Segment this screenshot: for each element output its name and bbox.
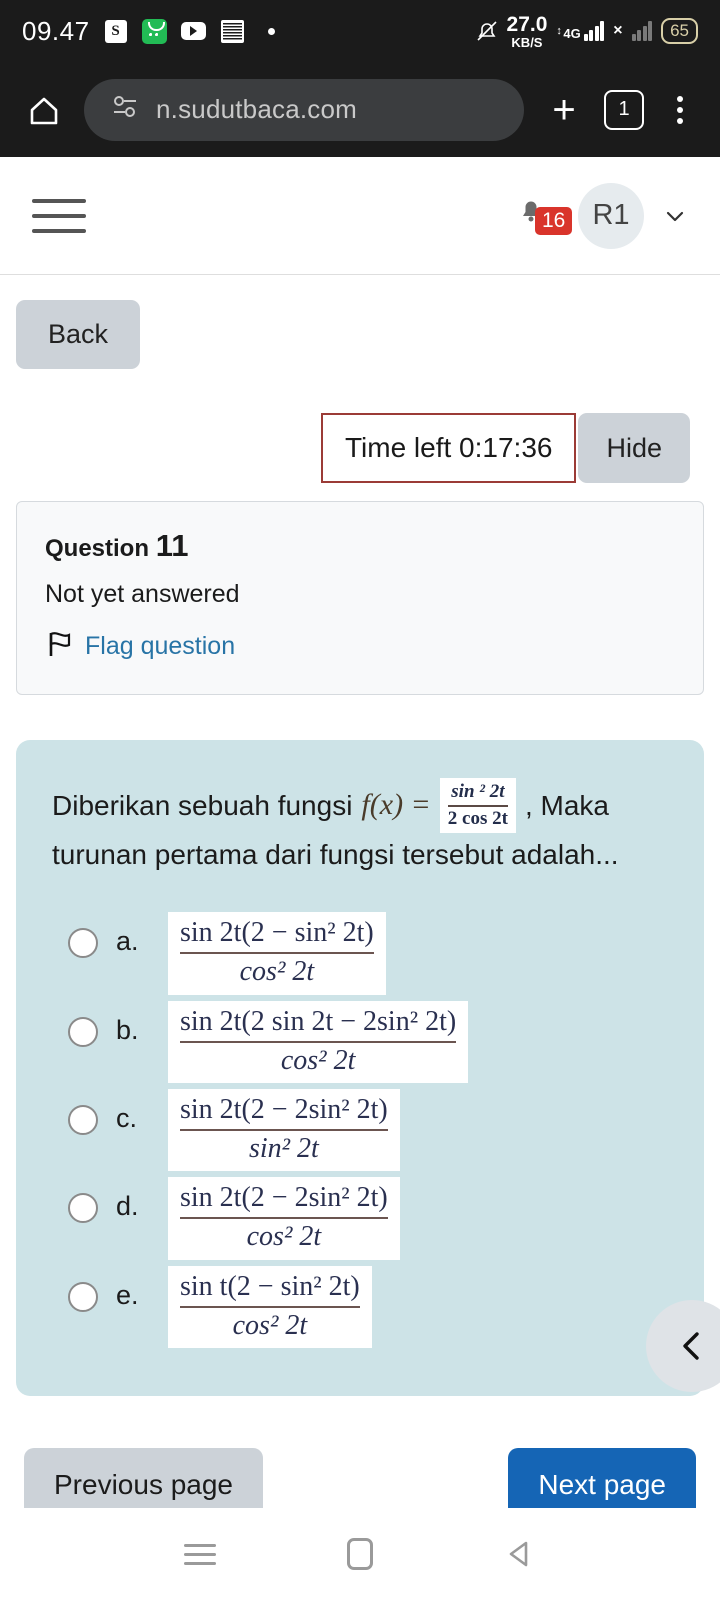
- site-settings-icon[interactable]: [110, 94, 140, 125]
- option-a-formula: sin 2t(2 − sin² 2t) cos² 2t: [168, 912, 386, 995]
- url-text[interactable]: n.sudutbaca.com: [156, 94, 357, 125]
- option-c-formula: sin 2t(2 − 2sin² 2t) sin² 2t: [168, 1088, 400, 1172]
- formula-numerator: sin ² 2t: [451, 781, 505, 802]
- status-clock: 09.47: [22, 15, 90, 46]
- battery-indicator: 65: [661, 18, 698, 44]
- screen: 09.47 S 27.0 KB/S 4G × 65: [0, 0, 720, 1600]
- quiz-timer: Time left 0:17:36: [320, 413, 577, 483]
- option-e-denominator: cos² 2t: [232, 1309, 308, 1341]
- qr-icon: [220, 18, 246, 44]
- option-a-denominator: cos² 2t: [239, 956, 315, 988]
- function-label: f(x) =: [361, 788, 431, 822]
- question-info-box: Question 11 Not yet answered Flag questi…: [16, 501, 704, 695]
- page-content: Back Time left 0:17:36 Hide Question 11 …: [0, 275, 720, 1523]
- timer-row: Time left 0:17:36 Hide: [16, 413, 704, 483]
- option-e[interactable]: e. sin t(2 − sin² 2t) cos² 2t: [46, 1265, 674, 1349]
- question-state: Not yet answered: [45, 580, 240, 608]
- option-d-denominator: cos² 2t: [246, 1221, 322, 1253]
- option-e-radio[interactable]: [68, 1281, 98, 1312]
- flag-question-link[interactable]: Flag question: [85, 632, 235, 661]
- question-formula: sin ² 2t 2 cos 2t: [439, 778, 516, 833]
- status-bar-left: 09.47 S: [22, 16, 285, 47]
- option-d-formula: sin 2t(2 − 2sin² 2t) cos² 2t: [168, 1177, 400, 1260]
- answer-card: Diberikan sebuah fungsi f(x) = sin ² 2t …: [16, 740, 704, 1397]
- status-bar-right: 27.0 KB/S 4G × 65: [476, 14, 698, 49]
- option-e-numerator: sin t(2 − sin² 2t): [180, 1270, 360, 1302]
- site-header: 16 R1: [0, 157, 720, 275]
- option-a-letter: a.: [116, 926, 139, 957]
- option-b-numerator: sin 2t(2 sin 2t − 2sin² 2t): [180, 1005, 457, 1037]
- question-text-before: Diberikan sebuah fungsi: [52, 789, 353, 821]
- question-text-line2: turunan pertama dari fungsi tersebut ada…: [52, 838, 619, 870]
- question-label: Question: [45, 535, 150, 562]
- chevron-down-icon[interactable]: [662, 203, 688, 229]
- option-c-letter: c.: [116, 1102, 138, 1133]
- network-type: 4G: [556, 25, 580, 41]
- formula-bar: [447, 804, 508, 807]
- option-c-denominator: sin² 2t: [248, 1133, 319, 1165]
- question-text: Diberikan sebuah fungsi f(x) = sin ² 2t …: [46, 778, 674, 876]
- no-sim-icon: ×: [613, 22, 623, 39]
- option-a-radio[interactable]: [68, 928, 98, 959]
- notification-count-badge: 16: [535, 206, 573, 235]
- options-list: a. sin 2t(2 − sin² 2t) cos² 2t b. sin 2t…: [46, 912, 674, 1349]
- kebab-menu-icon[interactable]: [662, 90, 698, 130]
- option-d[interactable]: d. sin 2t(2 − 2sin² 2t) cos² 2t: [46, 1177, 674, 1260]
- header-right: 16 R1: [516, 182, 688, 249]
- data-rate-unit: KB/S: [511, 34, 543, 50]
- option-b-denominator: cos² 2t: [280, 1044, 356, 1076]
- question-number-row: Question 11: [45, 528, 675, 564]
- option-b-bar: [180, 1040, 457, 1043]
- tab-count-button[interactable]: 1: [604, 89, 644, 130]
- option-a-bar: [180, 952, 374, 955]
- data-rate-value: 27.0: [506, 12, 548, 36]
- youtube-icon: [181, 18, 207, 44]
- notification-bell-icon[interactable]: 16: [516, 194, 573, 238]
- option-d-bar: [180, 1217, 388, 1220]
- option-c-bar: [180, 1129, 388, 1132]
- home-icon[interactable]: [22, 88, 66, 132]
- url-bar[interactable]: n.sudutbaca.com: [84, 78, 524, 141]
- hide-timer-button[interactable]: Hide: [578, 413, 690, 483]
- signal-bars-secondary-icon: [631, 21, 653, 41]
- option-b-formula: sin 2t(2 sin 2t − 2sin² 2t) cos² 2t: [168, 1000, 469, 1083]
- question-number: 11: [155, 528, 189, 563]
- signal-primary: 4G: [556, 21, 605, 41]
- option-b-letter: b.: [116, 1014, 139, 1045]
- avatar[interactable]: R1: [578, 182, 644, 249]
- hamburger-icon[interactable]: [32, 198, 86, 233]
- option-c-radio[interactable]: [68, 1104, 98, 1135]
- option-e-formula: sin t(2 − sin² 2t) cos² 2t: [168, 1265, 372, 1349]
- dot-icon: [259, 18, 285, 44]
- status-bar: 09.47 S 27.0 KB/S 4G × 65: [0, 0, 720, 62]
- option-e-letter: e.: [116, 1279, 139, 1310]
- home-square-icon[interactable]: [337, 1531, 383, 1577]
- android-navigation-bar: [0, 1508, 720, 1600]
- option-b-radio[interactable]: [68, 1016, 98, 1047]
- option-a-numerator: sin 2t(2 − sin² 2t): [180, 917, 374, 949]
- plus-icon[interactable]: +: [542, 90, 586, 130]
- green-app-icon: [142, 18, 168, 44]
- bell-off-icon: [476, 19, 498, 43]
- option-b[interactable]: b. sin 2t(2 sin 2t − 2sin² 2t) cos² 2t: [46, 1000, 674, 1083]
- option-e-bar: [180, 1305, 360, 1308]
- back-triangle-icon[interactable]: [497, 1531, 543, 1577]
- question-text-after: , Maka: [524, 789, 609, 821]
- formula-denominator: 2 cos 2t: [447, 807, 508, 829]
- option-c-numerator: sin 2t(2 − 2sin² 2t): [180, 1093, 388, 1125]
- flag-question-row[interactable]: Flag question: [45, 629, 675, 664]
- option-d-letter: d.: [116, 1191, 139, 1222]
- option-a[interactable]: a. sin 2t(2 − sin² 2t) cos² 2t: [46, 912, 674, 995]
- browser-toolbar: n.sudutbaca.com + 1: [0, 62, 720, 157]
- option-d-numerator: sin 2t(2 − 2sin² 2t): [180, 1182, 388, 1214]
- data-rate: 27.0 KB/S: [507, 14, 548, 49]
- signal-bars-icon: [583, 21, 605, 41]
- flag-icon[interactable]: [45, 629, 75, 664]
- option-c[interactable]: c. sin 2t(2 − 2sin² 2t) sin² 2t: [46, 1088, 674, 1172]
- back-button[interactable]: Back: [16, 300, 141, 369]
- recents-icon[interactable]: [177, 1531, 223, 1577]
- option-d-radio[interactable]: [68, 1193, 98, 1224]
- shopee-icon: S: [103, 18, 129, 44]
